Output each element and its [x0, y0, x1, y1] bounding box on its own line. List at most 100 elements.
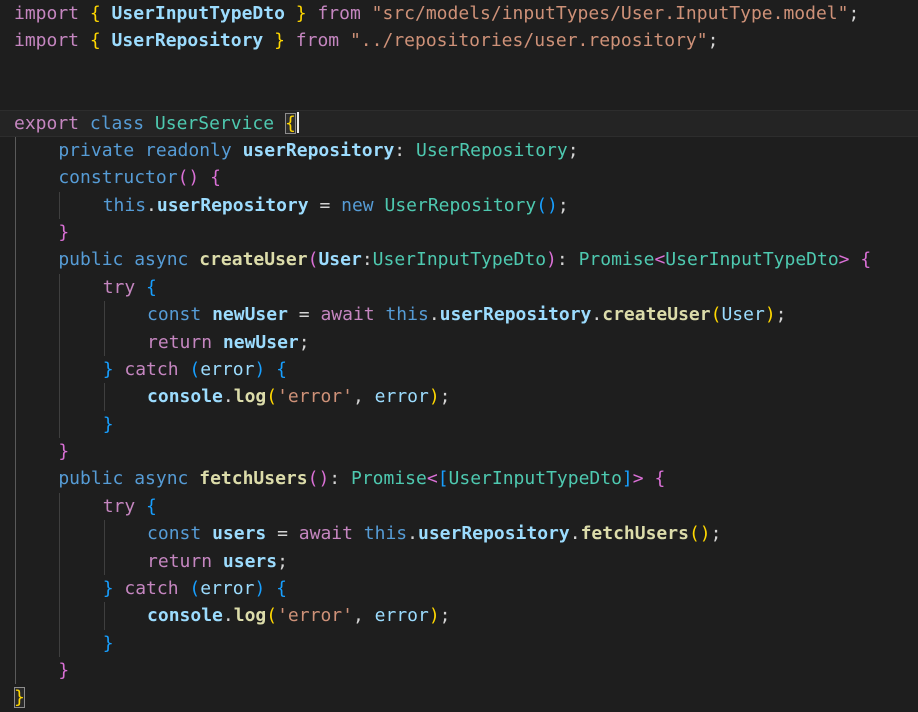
code-token: }	[14, 687, 25, 709]
code-token: }	[58, 222, 70, 243]
code-token: ;	[298, 331, 310, 353]
code-token: createUser	[199, 249, 308, 271]
indent-guide	[59, 355, 102, 384]
code-token: }	[274, 30, 285, 52]
indent-guide-active	[15, 328, 58, 356]
code-token: .	[569, 523, 581, 545]
indent-guide-active	[15, 547, 58, 575]
code-token: .	[428, 304, 440, 326]
code-token: )	[764, 304, 776, 326]
code-token: Promise	[350, 468, 427, 490]
indent-guide-active	[15, 355, 58, 384]
code-line-14[interactable]: } catch (error) {	[0, 355, 918, 384]
code-token: ;	[439, 605, 451, 627]
indent-guide	[59, 410, 102, 438]
code-token: .	[222, 605, 234, 627]
code-token: =	[287, 304, 321, 326]
indent-guide-active	[15, 246, 58, 274]
indent-guide	[59, 328, 102, 356]
code-line-5[interactable]: export class UserService {	[0, 109, 918, 137]
code-token: this	[102, 194, 147, 216]
indent-guide	[59, 273, 102, 302]
code-token: )	[254, 577, 266, 599]
code-token: UserInputTypeDto	[448, 468, 622, 490]
code-line-7[interactable]: constructor() {	[0, 164, 918, 192]
indent-guide	[103, 301, 147, 329]
code-token: this	[385, 304, 429, 326]
indent-guide	[103, 383, 147, 411]
code-token: console	[147, 386, 223, 408]
code-line-15[interactable]: console.log('error', error);	[0, 383, 918, 411]
code-line-3[interactable]	[0, 55, 918, 82]
code-token: users	[212, 523, 267, 545]
code-token: this	[363, 523, 408, 545]
code-token: :	[394, 139, 416, 161]
code-line-11[interactable]: try {	[0, 273, 918, 302]
indent-guide-active	[15, 136, 58, 165]
code-line-19[interactable]: try {	[0, 492, 918, 521]
code-line-1[interactable]: import { UserInputTypeDto } from "src/mo…	[0, 0, 918, 27]
code-token: fetchUsers	[199, 468, 308, 490]
code-token: UserInputTypeDto	[665, 249, 839, 271]
code-line-20[interactable]: const users = await this.userRepository.…	[0, 520, 918, 548]
indent-guide	[103, 602, 147, 630]
code-token: )	[254, 358, 266, 380]
indent-guide-active	[15, 383, 58, 411]
code-line-22[interactable]: } catch (error) {	[0, 574, 918, 603]
code-token: User	[318, 249, 362, 271]
code-token: :	[361, 249, 373, 271]
code-line-26[interactable]: }	[0, 684, 918, 711]
code-token: :	[329, 468, 351, 490]
code-token: log	[233, 386, 267, 408]
code-line-8[interactable]: this.userRepository = new UserRepository…	[0, 191, 918, 219]
code-token: catch	[124, 358, 190, 380]
code-token: )	[546, 249, 557, 271]
code-line-23[interactable]: console.log('error', error);	[0, 602, 918, 630]
code-line-24[interactable]: }	[0, 629, 918, 657]
code-line-2[interactable]: import { UserRepository } from "../repos…	[0, 27, 918, 54]
indent-guide	[103, 328, 147, 356]
code-line-10[interactable]: public async createUser(User:UserInputTy…	[0, 246, 918, 274]
code-token: }	[58, 441, 70, 462]
code-line-18[interactable]: public async fetchUsers(): Promise<[User…	[0, 465, 918, 493]
code-editor[interactable]: import { UserInputTypeDto } from "src/mo…	[0, 0, 918, 712]
indent-guide	[103, 547, 147, 575]
code-line-16[interactable]: }	[0, 410, 918, 438]
code-token: {	[276, 577, 287, 599]
indent-guide	[59, 574, 102, 603]
code-token: {	[276, 358, 287, 380]
code-line-9[interactable]: }	[0, 219, 918, 247]
code-line-21[interactable]: return users;	[0, 547, 918, 575]
code-line-17[interactable]: }	[0, 438, 918, 466]
code-line-4[interactable]	[0, 82, 918, 109]
code-token: try	[102, 495, 147, 517]
indent-guide	[59, 191, 102, 219]
code-token: (	[266, 605, 278, 627]
indent-guide-active	[15, 602, 58, 630]
code-token: ()	[536, 194, 558, 216]
code-token: "src/models/inputTypes/User.InputType.mo…	[371, 3, 849, 24]
indent-guide	[103, 520, 147, 548]
code-token: ;	[277, 550, 288, 572]
code-line-13[interactable]: return newUser;	[0, 328, 918, 356]
code-token: log	[233, 605, 267, 627]
code-token: =	[266, 523, 299, 545]
code-token: }	[102, 632, 114, 654]
code-token: catch	[124, 577, 190, 599]
code-token: {	[210, 167, 221, 189]
code-line-6[interactable]: private readonly userRepository: UserRep…	[0, 136, 918, 165]
code-token: ()	[177, 167, 200, 189]
indent-guide-active	[15, 301, 58, 329]
code-token: userRepository	[439, 304, 592, 326]
code-token: UserInputTypeDto	[100, 3, 296, 24]
indent-guide-active	[15, 520, 58, 548]
code-line-12[interactable]: const newUser = await this.userRepositor…	[0, 301, 918, 329]
indent-guide	[59, 602, 102, 630]
code-token: await	[298, 523, 364, 545]
code-token: )	[428, 605, 440, 627]
indent-guide-active	[15, 191, 58, 219]
code-line-25[interactable]: }	[0, 657, 918, 685]
code-token: ,	[352, 605, 375, 627]
